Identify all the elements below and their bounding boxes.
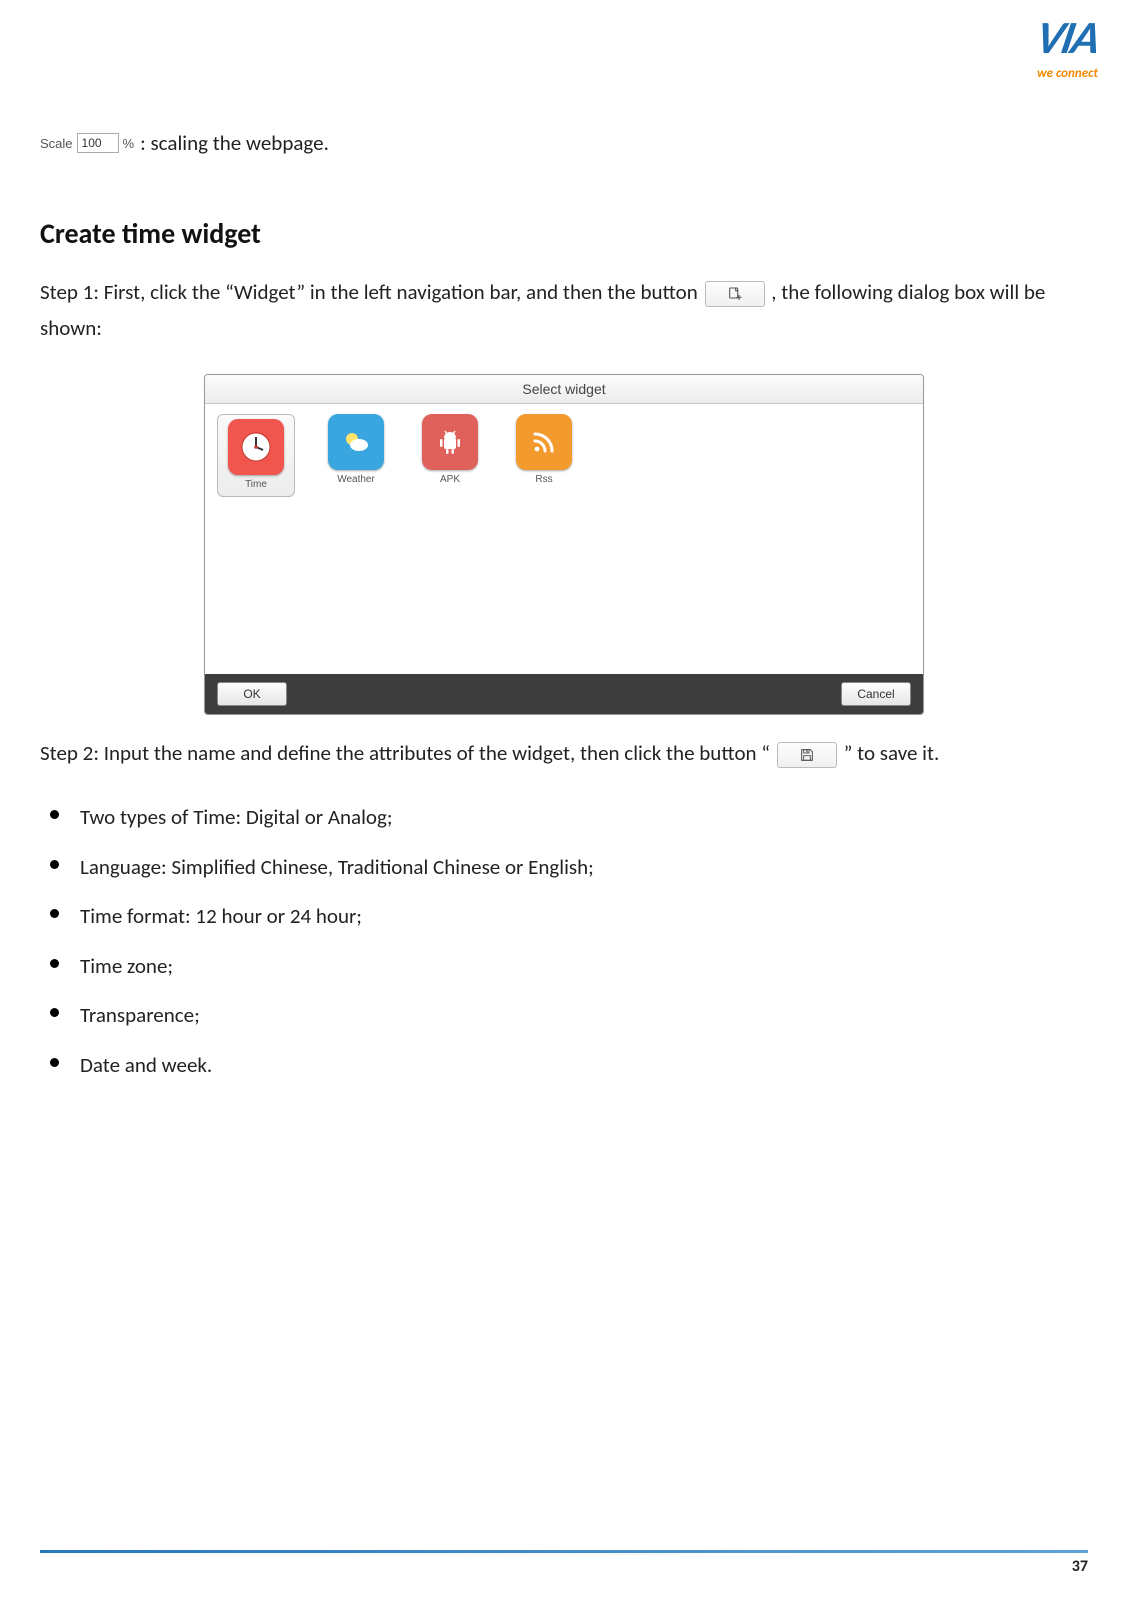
- scale-input[interactable]: 100: [77, 133, 119, 153]
- list-item: Two types of Time: Digital or Analog;: [40, 793, 1088, 843]
- list-item: Date and week.: [40, 1041, 1088, 1091]
- widget-option-label: Time: [222, 479, 290, 490]
- list-item: Time zone;: [40, 942, 1088, 992]
- select-widget-dialog: Select widget Time: [204, 374, 924, 715]
- page-footer: 37: [40, 1550, 1088, 1576]
- attributes-list: Two types of Time: Digital or Analog; La…: [40, 793, 1088, 1091]
- weather-icon: [328, 414, 384, 470]
- step2-paragraph: Step 2: Input the name and define the at…: [40, 736, 1088, 772]
- rss-icon: [516, 414, 572, 470]
- step2-pre: Step 2: Input the name and define the at…: [40, 740, 770, 766]
- widget-option-time[interactable]: Time: [217, 414, 295, 497]
- ok-button[interactable]: OK: [217, 682, 287, 706]
- widget-option-rss[interactable]: Rss: [511, 414, 577, 497]
- cancel-button[interactable]: Cancel: [841, 682, 911, 706]
- step1-pre: Step 1: First, click the “Widget” in the…: [40, 279, 698, 305]
- scale-label: Scale: [40, 136, 73, 151]
- android-icon: [422, 414, 478, 470]
- widget-option-label: Weather: [323, 474, 389, 485]
- scale-description-row: Scale 100 % : scaling the webpage.: [40, 130, 1088, 156]
- widget-option-label: APK: [417, 474, 483, 485]
- list-item: Transparence;: [40, 991, 1088, 1041]
- scale-control: Scale 100 %: [40, 133, 134, 153]
- clock-icon: [228, 419, 284, 475]
- floppy-save-icon: [799, 747, 815, 763]
- dialog-body: Time Weather: [205, 404, 923, 674]
- scale-suffix: %: [123, 136, 135, 151]
- list-item: Time format: 12 hour or 24 hour;: [40, 892, 1088, 942]
- dialog-title: Select widget: [205, 375, 923, 404]
- brand-name: VIA: [1031, 10, 1104, 66]
- add-widget-button[interactable]: [705, 281, 765, 307]
- widget-options-row: Time Weather: [217, 414, 911, 497]
- widget-option-label: Rss: [511, 474, 577, 485]
- save-button[interactable]: [777, 742, 837, 768]
- dialog-footer: OK Cancel: [205, 674, 923, 714]
- brand-logo: VIA we connect: [1037, 10, 1098, 81]
- step2-post: ” to save it.: [844, 740, 940, 766]
- scale-explain: : scaling the webpage.: [140, 130, 329, 156]
- list-item: Language: Simplified Chinese, Traditiona…: [40, 843, 1088, 893]
- page-number: 37: [1072, 1557, 1088, 1576]
- step1-paragraph: Step 1: First, click the “Widget” in the…: [40, 275, 1088, 346]
- widget-option-apk[interactable]: APK: [417, 414, 483, 497]
- widget-option-weather[interactable]: Weather: [323, 414, 389, 497]
- brand-tagline: we connect: [1037, 66, 1098, 81]
- section-heading: Create time widget: [40, 216, 1088, 251]
- document-plus-icon: [727, 286, 743, 302]
